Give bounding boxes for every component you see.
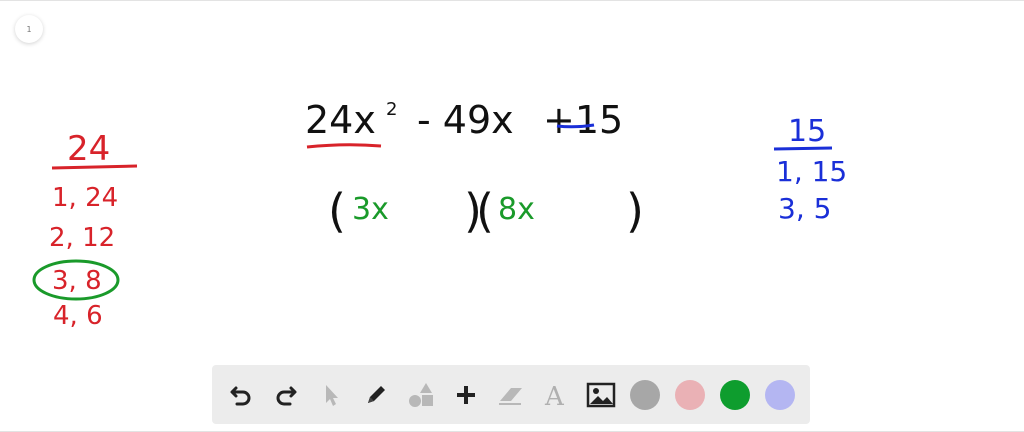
factor-8x: 8x [498, 192, 535, 227]
underline-15 [556, 123, 595, 129]
factor-3x: 3x [352, 192, 389, 227]
paren-open-2: ( [476, 184, 494, 238]
image-icon[interactable] [585, 379, 617, 411]
factors-15-title: 15 [788, 114, 826, 149]
expression-term-15: +15 [543, 98, 623, 142]
factors-24-rule [51, 164, 138, 170]
expression-term-49x: - 49x [417, 98, 514, 142]
plus-icon[interactable] [450, 379, 482, 411]
redo-icon[interactable] [270, 379, 302, 411]
factors-15-pair-1: 1, 15 [776, 155, 847, 188]
shapes-icon[interactable] [405, 379, 437, 411]
factors-24-title: 24 [67, 129, 110, 169]
factors-24-pair-2: 2, 12 [49, 223, 115, 253]
factors-15-pair-2: 3, 5 [778, 192, 831, 225]
expression-term-24x: 24x [305, 98, 376, 142]
color-pink[interactable] [675, 379, 705, 410]
svg-text:A: A [544, 382, 565, 409]
factors-24-pair-4: 4, 6 [53, 301, 103, 331]
undo-icon[interactable] [225, 379, 257, 411]
drawing-toolbar: A [212, 365, 810, 424]
text-icon[interactable]: A [540, 379, 572, 411]
paren-open-1: ( [328, 184, 346, 238]
pencil-icon[interactable] [360, 379, 392, 411]
color-gray[interactable] [630, 379, 660, 410]
paren-close-2: ) [626, 184, 644, 238]
color-lavender[interactable] [765, 379, 795, 410]
factors-24-pair-3: 3, 8 [52, 266, 102, 296]
select-arrow-icon[interactable] [315, 379, 347, 411]
expression-exponent: 2 [386, 99, 397, 120]
color-green[interactable] [720, 379, 750, 410]
eraser-icon[interactable] [495, 379, 527, 411]
factors-15-rule [773, 146, 833, 151]
underline-24x2 [306, 143, 382, 149]
factors-24-pair-1: 1, 24 [52, 183, 118, 213]
